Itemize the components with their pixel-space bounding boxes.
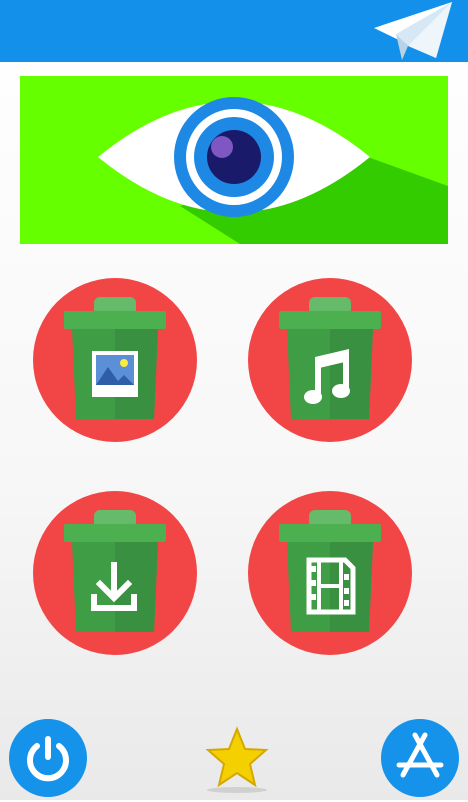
app-store-icon [396,732,444,778]
star-icon [205,726,269,793]
send-button[interactable] [372,2,454,62]
clean-music-button[interactable] [247,277,413,443]
clean-downloads-button[interactable] [32,490,198,656]
clean-videos-button[interactable] [247,490,413,656]
eye-banner [20,76,448,244]
rate-button[interactable] [198,725,276,795]
power-button[interactable] [9,719,87,797]
app-store-button[interactable] [381,719,459,797]
clean-images-button[interactable] [32,277,198,443]
trash-download-icon [33,491,197,655]
trash-music-icon [248,278,412,442]
eye-icon [98,97,448,244]
trash-video-icon [248,491,412,655]
paper-plane-icon [374,2,452,60]
power-icon [27,736,69,782]
top-bar [0,0,468,62]
trash-image-icon [33,278,197,442]
